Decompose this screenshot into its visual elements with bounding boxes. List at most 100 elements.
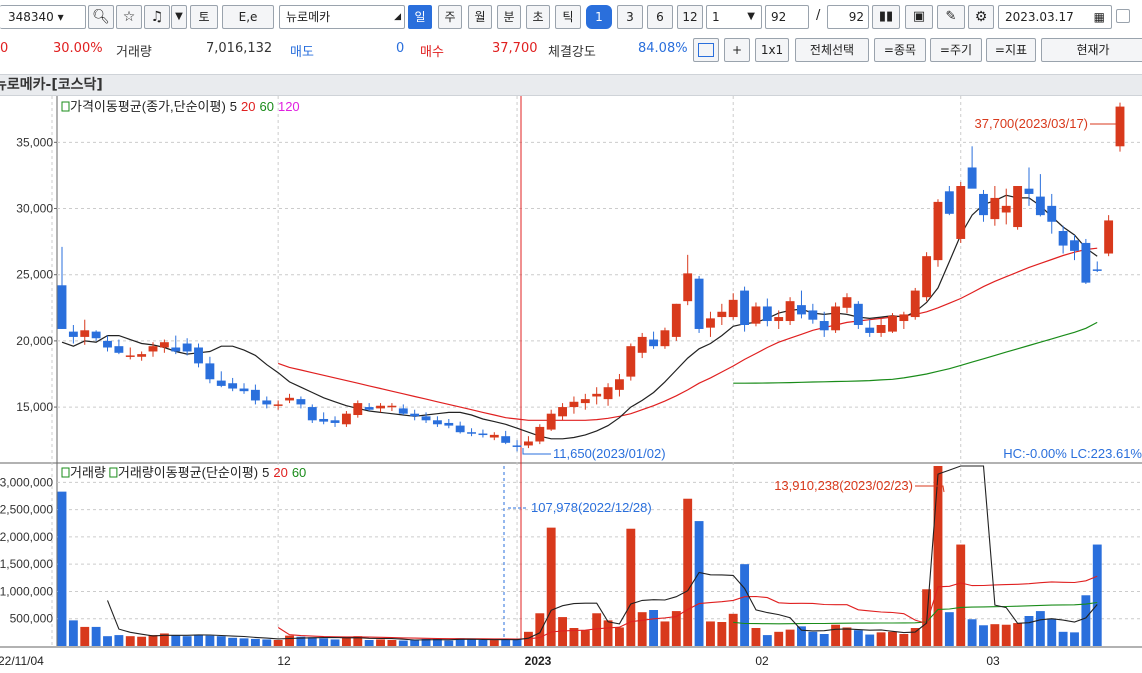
volume-bar bbox=[478, 640, 488, 646]
x-tick-label: 22/11/04 bbox=[0, 654, 44, 668]
candle-body bbox=[899, 314, 909, 322]
volume-ma-legend-label: 거래량이동평균(단순이평) bbox=[118, 465, 258, 480]
total-field[interactable]: 92 bbox=[827, 5, 869, 29]
indicator-button[interactable]: =지표 bbox=[986, 38, 1036, 62]
square-button[interactable] bbox=[693, 38, 719, 62]
volume-bar bbox=[740, 564, 750, 646]
calendar-icon[interactable]: ▦ bbox=[1094, 6, 1105, 28]
period-month-button[interactable]: 월 bbox=[468, 5, 492, 29]
candle-body bbox=[171, 347, 181, 352]
volume-bar bbox=[250, 638, 260, 646]
period-button[interactable]: =주기 bbox=[930, 38, 982, 62]
candle-body bbox=[831, 306, 841, 331]
num-6-button[interactable]: 6 bbox=[647, 5, 673, 29]
ma60-line bbox=[733, 321, 1098, 384]
stock-name-value: 뉴로메카 bbox=[286, 10, 331, 24]
ee-button[interactable]: E,e bbox=[222, 5, 274, 29]
period-day-button[interactable]: 일 bbox=[408, 5, 432, 29]
checkbox[interactable] bbox=[1116, 9, 1130, 23]
candle-body bbox=[671, 303, 681, 337]
candle-body bbox=[194, 347, 203, 364]
price-tick-label: 15,000 bbox=[16, 400, 53, 414]
candle-body bbox=[558, 407, 567, 417]
period-tick-button[interactable]: 틱 bbox=[555, 5, 581, 29]
candle-body bbox=[603, 387, 613, 400]
price-legend-label: 가격이동평균(종가,단순이평) bbox=[70, 99, 226, 114]
bell-icon[interactable]: ♫ bbox=[144, 5, 170, 29]
candle-body bbox=[501, 436, 511, 443]
num-3-button[interactable]: 3 bbox=[617, 5, 643, 29]
gear-icon[interactable]: ⚙ bbox=[968, 5, 994, 29]
volume-bar bbox=[637, 612, 647, 646]
candle-body bbox=[103, 340, 112, 348]
candle-body bbox=[546, 413, 556, 430]
volume-bar bbox=[979, 625, 988, 646]
candle-body bbox=[1047, 205, 1057, 222]
volume-bar bbox=[819, 634, 829, 646]
volume-bar bbox=[660, 621, 670, 646]
current-price-button[interactable]: 현재가 bbox=[1041, 38, 1142, 62]
volume-tick-label: 2,000,000 bbox=[0, 530, 53, 544]
sell-label: 매도 bbox=[290, 45, 314, 60]
volume-bar bbox=[751, 628, 761, 646]
count-field[interactable]: 92 bbox=[765, 5, 809, 29]
pen-icon[interactable]: ✎ bbox=[937, 5, 965, 29]
legends: 가격이동평균(종가,단순이평) 5 20 60 120 거래량 거래량이동평균(단순이평) 5… bbox=[61, 99, 306, 480]
price-tick-label: 25,000 bbox=[16, 268, 53, 282]
plus-button[interactable]: + bbox=[724, 38, 750, 62]
volume-bar bbox=[1024, 616, 1034, 646]
date-field[interactable]: 2023.03.17 ▦ bbox=[998, 5, 1112, 29]
candle-body bbox=[341, 413, 351, 425]
num-1-button[interactable]: 1 bbox=[586, 5, 612, 29]
legend-ma120: 120 bbox=[278, 99, 300, 114]
save-icon[interactable]: ▣ bbox=[905, 5, 933, 29]
dropdown-arrow-icon[interactable]: ▼ bbox=[171, 5, 187, 29]
search-icon[interactable]: 🔍︎ bbox=[88, 5, 114, 29]
volume-bar bbox=[785, 629, 795, 646]
sell-value: 0 bbox=[396, 41, 405, 56]
interval-select[interactable]: 1 ▼ bbox=[706, 5, 762, 29]
candle-body bbox=[80, 330, 90, 337]
period-second-button[interactable]: 초 bbox=[526, 5, 550, 29]
price-tick-label: 30,000 bbox=[16, 202, 53, 216]
candle-body bbox=[159, 342, 169, 348]
candle-body bbox=[478, 433, 488, 436]
price-tick-label: 35,000 bbox=[16, 135, 53, 149]
volume-bar bbox=[1013, 623, 1023, 646]
volume-bar bbox=[330, 639, 340, 646]
slash-text: / bbox=[816, 8, 821, 23]
period-week-button[interactable]: 주 bbox=[438, 5, 462, 29]
stock-name-field[interactable]: 뉴로메카 ◢ bbox=[279, 5, 405, 29]
chart-area[interactable]: 35,000 30,000 25,000 20,000 15,000 3,000,000 2… bbox=[0, 96, 1142, 673]
one-by-one-button[interactable]: 1x1 bbox=[755, 38, 789, 62]
candle-body bbox=[1092, 269, 1102, 271]
axes: 35,000 30,000 25,000 20,000 15,000 3,000,000 2… bbox=[0, 135, 1000, 668]
volume-bar bbox=[944, 612, 954, 646]
legend-box bbox=[109, 467, 118, 478]
star-icon[interactable]: ☆ bbox=[116, 5, 142, 29]
strength-label: 체결강도 bbox=[548, 45, 596, 60]
select-all-button[interactable]: 전체선택 bbox=[795, 38, 869, 62]
info-bar: 0 30.00% 거래량 7,016,132 매도 0 매수 37,700 체결… bbox=[0, 36, 1142, 64]
volume-bar bbox=[990, 624, 1000, 646]
interval-value: 1 bbox=[712, 10, 720, 24]
volume-bar bbox=[888, 631, 897, 646]
candle-body bbox=[330, 420, 340, 423]
candle-body bbox=[933, 201, 943, 261]
volume-bar bbox=[376, 639, 385, 646]
to-button[interactable]: 토 bbox=[190, 5, 218, 29]
candle-body bbox=[762, 306, 772, 322]
volume-bar bbox=[535, 613, 545, 646]
candle-body bbox=[990, 197, 1000, 220]
num-12-button[interactable]: 12 bbox=[677, 5, 703, 29]
item-button[interactable]: =종목 bbox=[874, 38, 926, 62]
volume-bar bbox=[842, 627, 852, 646]
candle-body bbox=[580, 399, 590, 404]
stock-code-select[interactable]: 348340 ▾ bbox=[0, 5, 86, 29]
period-minute-button[interactable]: 분 bbox=[497, 5, 521, 29]
x-tick-label: 02 bbox=[755, 654, 769, 668]
candle-body bbox=[910, 290, 920, 318]
candle-icon[interactable]: ▮▮ bbox=[872, 5, 900, 29]
volume-bar bbox=[319, 638, 329, 646]
volume-bar bbox=[717, 622, 727, 646]
